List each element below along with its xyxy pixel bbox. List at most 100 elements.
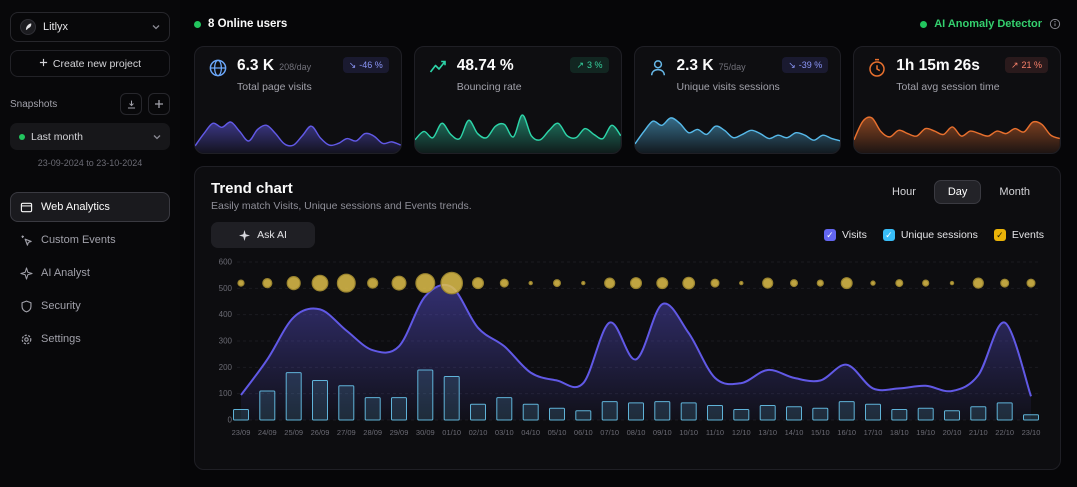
web-analytics-icon	[20, 201, 33, 214]
svg-text:01/10: 01/10	[442, 428, 461, 437]
sidebar-item-web-analytics[interactable]: Web Analytics	[10, 192, 170, 222]
stat-trend-badge: ↗ 3 %	[570, 57, 608, 73]
stat-label: Unique visits sessions	[677, 81, 829, 93]
legend-item-unique-sessions[interactable]: ✓ Unique sessions	[883, 229, 978, 241]
svg-text:09/10: 09/10	[653, 428, 672, 437]
check-icon: ✓	[826, 231, 834, 240]
sidebar-item-ai-analyst[interactable]: AI Analyst	[10, 258, 170, 288]
info-icon[interactable]	[1049, 18, 1061, 30]
svg-text:23/09: 23/09	[232, 428, 251, 437]
trend-up-icon: ↗	[576, 60, 584, 71]
svg-text:08/10: 08/10	[627, 428, 646, 437]
snapshots-row: Snapshots	[10, 93, 170, 115]
svg-text:06/10: 06/10	[574, 428, 593, 437]
stat-card-avg-session-time[interactable]: 1h 15m 26s ↗ 21 % Total avg session time	[853, 46, 1061, 154]
check-icon: ✓	[885, 231, 893, 240]
stat-card-total-page-visits[interactable]: 6.3 K 208/day ↘ -46 % Total page visits	[194, 46, 402, 154]
unique-sessions-sparkline	[635, 103, 841, 153]
events-checkbox[interactable]: ✓	[994, 229, 1006, 241]
snapshot-status-dot	[19, 134, 25, 140]
sidebar: Litlyx Create new project Snapshots Last…	[0, 0, 180, 487]
avg-session-time-sparkline	[854, 103, 1060, 153]
ask-ai-label: Ask AI	[257, 229, 287, 241]
download-snapshot-button[interactable]	[120, 93, 142, 115]
sidebar-item-label: Security	[41, 300, 81, 312]
timer-icon	[866, 57, 888, 79]
sidebar-item-label: Web Analytics	[41, 201, 110, 213]
trend-down-icon: ↘	[788, 60, 796, 71]
shield-icon	[20, 300, 33, 313]
legend-label: Unique sessions	[901, 229, 978, 241]
svg-text:23/10: 23/10	[1022, 428, 1041, 437]
stat-per-day: 208/day	[279, 62, 311, 72]
sidebar-item-label: Settings	[41, 333, 81, 345]
stat-card-bouncing-rate[interactable]: 48.74 % ↗ 3 % Bouncing rate	[414, 46, 622, 154]
sidebar-item-custom-events[interactable]: Custom Events	[10, 225, 170, 255]
svg-text:02/10: 02/10	[469, 428, 488, 437]
sidebar-nav: Web Analytics Custom Events AI Analyst S…	[10, 192, 170, 354]
stat-per-day: 75/day	[719, 62, 746, 72]
svg-text:13/10: 13/10	[758, 428, 777, 437]
anomaly-status-dot	[920, 21, 927, 28]
svg-text:400: 400	[219, 310, 233, 319]
stat-label: Total page visits	[237, 81, 389, 93]
svg-text:15/10: 15/10	[811, 428, 830, 437]
svg-text:12/10: 12/10	[732, 428, 751, 437]
add-snapshot-button[interactable]	[148, 93, 170, 115]
stat-trend-badge: ↗ 21 %	[1005, 57, 1048, 73]
gear-icon	[20, 333, 33, 346]
svg-text:21/10: 21/10	[969, 428, 988, 437]
granularity-day-button[interactable]: Day	[934, 180, 982, 204]
stat-value: 2.3 K 75/day	[677, 57, 746, 75]
litlyx-logo-icon	[20, 19, 36, 35]
legend-label: Events	[1012, 229, 1044, 241]
stat-trend-badge: ↘ -39 %	[782, 57, 828, 73]
svg-text:30/09: 30/09	[416, 428, 435, 437]
stat-trend-badge: ↘ -46 %	[343, 57, 389, 73]
stat-cards-row: 6.3 K 208/day ↘ -46 % Total page visits …	[194, 46, 1061, 154]
svg-text:0: 0	[228, 416, 233, 425]
svg-text:16/10: 16/10	[837, 428, 856, 437]
visits-checkbox[interactable]: ✓	[824, 229, 836, 241]
sparkle-icon	[239, 230, 250, 241]
snapshots-label: Snapshots	[10, 99, 114, 110]
chevron-down-icon	[152, 24, 160, 30]
ai-anomaly-detector[interactable]: AI Anomaly Detector	[920, 18, 1061, 30]
globe-icon	[207, 57, 229, 79]
trend-chart-card: Trend chart Easily match Visits, Unique …	[194, 166, 1061, 470]
legend-item-events[interactable]: ✓ Events	[994, 229, 1044, 241]
svg-text:200: 200	[219, 363, 233, 372]
online-users-label: 8 Online users	[208, 18, 287, 30]
snapshot-select[interactable]: Last month	[10, 123, 170, 150]
granularity-month-button[interactable]: Month	[985, 180, 1044, 204]
svg-text:20/10: 20/10	[943, 428, 962, 437]
granularity-hour-button[interactable]: Hour	[878, 180, 930, 204]
svg-text:14/10: 14/10	[785, 428, 804, 437]
total-page-visits-sparkline	[195, 103, 401, 153]
sidebar-item-security[interactable]: Security	[10, 291, 170, 321]
trend-up-icon: ↗	[1011, 60, 1019, 71]
create-project-label: Create new project	[53, 58, 141, 70]
svg-text:03/10: 03/10	[495, 428, 514, 437]
svg-text:28/09: 28/09	[363, 428, 382, 437]
person-icon	[647, 57, 669, 79]
project-selector[interactable]: Litlyx	[10, 12, 170, 42]
stat-card-unique-visits-sessions[interactable]: 2.3 K 75/day ↘ -39 % Unique visits sessi…	[634, 46, 842, 154]
trend-chart-title: Trend chart	[211, 180, 472, 197]
create-project-button[interactable]: Create new project	[10, 50, 170, 77]
legend-item-visits[interactable]: ✓ Visits	[824, 229, 867, 241]
svg-text:24/09: 24/09	[258, 428, 277, 437]
sidebar-item-label: AI Analyst	[41, 267, 90, 279]
svg-text:11/10: 11/10	[706, 428, 724, 437]
ask-ai-button[interactable]: Ask AI	[211, 222, 315, 248]
snapshot-date-range: 23-09-2024 to 23-10-2024	[10, 158, 170, 168]
unique-sessions-checkbox[interactable]: ✓	[883, 229, 895, 241]
trend-chart-subtitle: Easily match Visits, Unique sessions and…	[211, 200, 472, 212]
main-content: 8 Online users AI Anomaly Detector 6.3 K…	[180, 0, 1077, 487]
trend-chart[interactable]: 010020030040050060023/0924/0925/0926/092…	[211, 254, 1044, 450]
sidebar-item-label: Custom Events	[41, 234, 116, 246]
granularity-switcher: Hour Day Month	[878, 180, 1044, 204]
bounce-rate-icon	[427, 57, 449, 79]
snapshot-selected-value: Last month	[31, 131, 83, 143]
sidebar-item-settings[interactable]: Settings	[10, 324, 170, 354]
